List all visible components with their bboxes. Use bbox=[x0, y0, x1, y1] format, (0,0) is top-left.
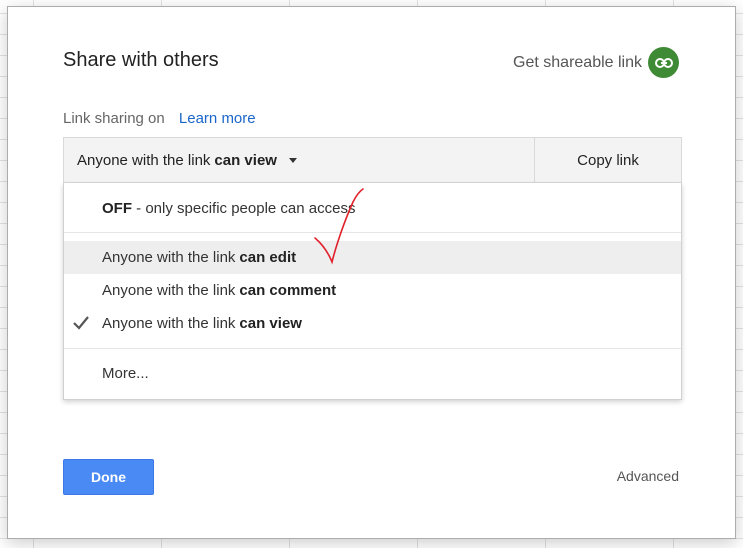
menu-item-prefix: Anyone with the link bbox=[102, 249, 236, 266]
link-sharing-status: Link sharing on Learn more bbox=[63, 110, 256, 127]
access-level-menu: OFF - only specific people can access An… bbox=[63, 183, 682, 400]
link-icon bbox=[648, 47, 679, 78]
menu-item-level: can view bbox=[239, 315, 302, 332]
access-select-bar: Anyone with the link can view Copy link bbox=[63, 137, 682, 183]
access-level-dropdown[interactable]: Anyone with the link can view bbox=[64, 138, 534, 182]
menu-item-can-comment[interactable]: Anyone with the link can comment bbox=[64, 274, 681, 307]
menu-item-level: can edit bbox=[239, 249, 297, 266]
menu-item-level: can comment bbox=[239, 282, 337, 299]
off-label: OFF bbox=[102, 200, 132, 217]
advanced-link[interactable]: Advanced bbox=[617, 468, 679, 484]
off-description: - only specific people can access bbox=[132, 200, 356, 217]
get-shareable-link-button[interactable]: Get shareable link bbox=[513, 47, 679, 78]
checkmark-icon bbox=[73, 316, 89, 330]
menu-separator bbox=[64, 348, 681, 349]
share-dialog: Share with others Get shareable link Lin… bbox=[7, 6, 736, 539]
menu-item-can-view[interactable]: Anyone with the link can view bbox=[64, 307, 681, 340]
menu-item-more[interactable]: More... bbox=[64, 357, 681, 390]
done-button[interactable]: Done bbox=[63, 459, 154, 495]
menu-item-prefix: Anyone with the link bbox=[102, 315, 236, 332]
shareable-link-label: Get shareable link bbox=[513, 53, 642, 71]
menu-item-can-edit[interactable]: Anyone with the link can edit bbox=[64, 241, 681, 274]
dropdown-caret-icon bbox=[288, 157, 297, 163]
menu-separator bbox=[64, 232, 681, 233]
dialog-title: Share with others bbox=[63, 49, 219, 71]
copy-link-button[interactable]: Copy link bbox=[534, 138, 681, 182]
learn-more-link[interactable]: Learn more bbox=[179, 110, 256, 127]
link-sharing-label: Link sharing on bbox=[63, 110, 165, 127]
menu-item-off[interactable]: OFF - only specific people can access bbox=[64, 192, 681, 225]
access-current-level: can view bbox=[214, 151, 277, 169]
menu-item-prefix: Anyone with the link bbox=[102, 282, 236, 299]
access-prefix: Anyone with the link bbox=[77, 151, 211, 169]
